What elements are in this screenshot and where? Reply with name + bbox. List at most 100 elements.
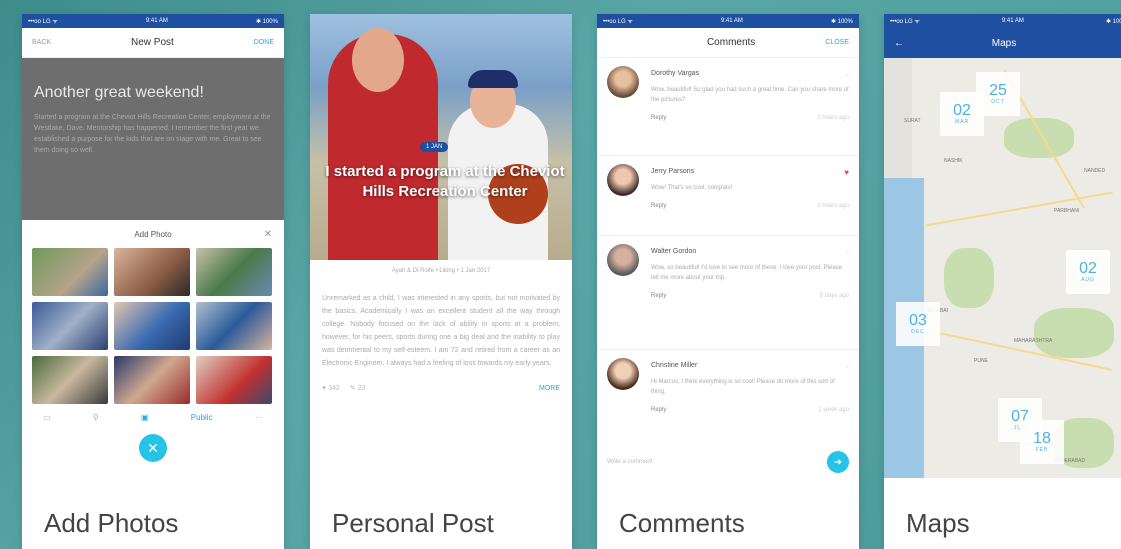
avatar[interactable] xyxy=(607,358,639,390)
photo-thumb[interactable] xyxy=(114,356,190,404)
photo-grid xyxy=(22,248,284,404)
comment-text: Hi Marcus, I think everything is so cool… xyxy=(651,379,835,395)
comment-time: 3 hours ago xyxy=(817,203,849,209)
photo-thumb[interactable] xyxy=(196,302,272,350)
nav-bar: Comments CLOSE xyxy=(597,28,859,58)
marker-day: 18 xyxy=(1033,430,1051,447)
comment-author[interactable]: Jerry Parsons xyxy=(651,168,849,175)
close-icon[interactable]: ✕ xyxy=(264,229,272,240)
page-title: New Post xyxy=(131,37,174,48)
map-forest xyxy=(1004,118,1074,158)
map-date-marker[interactable]: 18 FEB xyxy=(1020,420,1064,464)
location-icon[interactable]: ⚲ xyxy=(93,413,99,422)
comment-text: Wow, beautiful! So glad you had such a g… xyxy=(651,87,849,103)
avatar[interactable] xyxy=(607,66,639,98)
marker-month: AUG xyxy=(1081,277,1095,283)
reply-button[interactable]: Reply xyxy=(651,293,666,299)
map-place-label: NASHIK xyxy=(944,158,963,164)
carrier-label: •••oo LG ᯤ xyxy=(603,19,633,25)
map-place-label: PARBHANI xyxy=(1054,208,1080,214)
more-icon[interactable]: ··· xyxy=(255,413,263,422)
comment-options-icon[interactable]: ◦ xyxy=(846,70,849,79)
reply-button[interactable]: Reply xyxy=(651,407,666,413)
photo-thumb[interactable] xyxy=(114,248,190,296)
visibility-selector[interactable]: Public xyxy=(191,413,213,422)
battery-label: ✱ 100% xyxy=(830,18,853,25)
photo-thumb[interactable] xyxy=(32,302,108,350)
comment-item: Jerry Parsons Wow! That's so cool, congr… xyxy=(597,156,859,236)
photo-thumb[interactable] xyxy=(32,248,108,296)
post-hero-image: 1 JAN I started a program at the Cheviot… xyxy=(310,14,572,260)
like-button[interactable]: ♥ 342 xyxy=(322,385,340,392)
add-photo-sheet: Add Photo ✕ ▭ ⚲ ▣ Public ··· ✕ xyxy=(22,220,284,492)
post-meta: Ayah & Di Rolfe • Liking • 1 Jan 2017 xyxy=(391,268,491,274)
avatar[interactable] xyxy=(607,164,639,196)
back-button[interactable]: BACK xyxy=(32,39,51,46)
comment-item: Walter Gordon Wow, so beautiful! I'd lov… xyxy=(597,236,859,350)
draft-body: Started a program at the Cheviot Hills R… xyxy=(34,114,271,154)
photo-head-left xyxy=(352,28,404,92)
comment-time: 2 hours ago xyxy=(817,115,849,121)
comment-author[interactable]: Dorothy Vargas xyxy=(651,70,849,77)
comment-options-icon[interactable]: ◦ xyxy=(846,248,849,257)
time-label: 9:41 AM xyxy=(145,18,168,24)
battery-label: ✱ 100% xyxy=(1105,18,1121,25)
photo-icon[interactable]: ▣ xyxy=(141,413,149,422)
screen-add-photos: •••oo LG ᯤ 9:41 AM ✱ 100% BACK New Post … xyxy=(22,14,284,549)
draft-title: Another great weekend! xyxy=(34,84,204,101)
reply-button[interactable]: Reply xyxy=(651,203,666,209)
carrier-label: •••oo LG ᯤ xyxy=(28,19,58,25)
post-body: Unremarked as a child, I was interested … xyxy=(322,295,560,367)
map-date-marker[interactable]: 02 AUG xyxy=(1066,250,1110,294)
done-button[interactable]: DONE xyxy=(254,39,274,46)
map-date-marker[interactable]: 25 OCT xyxy=(976,72,1020,116)
more-link[interactable]: MORE xyxy=(539,385,560,392)
send-icon[interactable]: ➜ xyxy=(827,451,849,473)
map-place-label: PUNE xyxy=(974,358,988,364)
comment-item: Dorothy Vargas Wow, beautiful! So glad y… xyxy=(597,58,859,156)
screen-comments: •••oo LG ᯤ 9:41 AM ✱ 100% Comments CLOSE… xyxy=(597,14,859,549)
map-place-label: NANDED xyxy=(1084,168,1106,174)
comment-author[interactable]: Walter Gordon xyxy=(651,248,849,255)
time-label: 9:41 AM xyxy=(1001,18,1024,24)
screen-caption: Comments xyxy=(597,492,859,549)
page-title: Maps xyxy=(991,37,1017,49)
marker-month: MAR xyxy=(954,119,970,125)
reply-button[interactable]: Reply xyxy=(651,115,666,121)
photo-thumb[interactable] xyxy=(32,356,108,404)
comment-options-icon[interactable]: ◦ xyxy=(846,362,849,371)
status-bar: •••oo LG ᯤ 9:41 AM ✱ 100% xyxy=(597,14,859,28)
comment-time: 5 days ago xyxy=(819,293,849,299)
marker-day: 03 xyxy=(909,312,927,329)
screen-maps: •••oo LG ᯤ 9:41 AM ✱ 100% ← Maps MUMBAI … xyxy=(884,14,1121,549)
photo-thumb[interactable] xyxy=(114,302,190,350)
comment-author[interactable]: Christine Miller xyxy=(651,362,849,369)
map-forest xyxy=(1034,308,1114,358)
photo-cap xyxy=(468,70,518,88)
comment-button[interactable]: ✎ 23 xyxy=(350,384,366,392)
back-arrow-icon[interactable]: ← xyxy=(894,38,904,49)
screen-personal-post: 1 JAN I started a program at the Cheviot… xyxy=(310,14,572,549)
calendar-icon[interactable]: ▭ xyxy=(43,413,51,422)
photo-thumb[interactable] xyxy=(196,356,272,404)
screen-caption: Add Photos xyxy=(22,492,284,549)
draft-preview: Another great weekend! Started a program… xyxy=(22,58,284,220)
marker-day: 25 xyxy=(989,82,1007,99)
map-road xyxy=(925,191,1113,227)
time-label: 9:41 AM xyxy=(720,18,743,24)
nav-bar: ← Maps xyxy=(884,28,1121,58)
post-quote: I started a program at the Cheviot Hills… xyxy=(325,163,565,200)
post-stats: ♥ 342 ✎ 23 MORE xyxy=(310,380,572,396)
close-button[interactable]: CLOSE xyxy=(825,39,849,46)
comment-composer: Write a comment ➜ xyxy=(597,449,859,475)
carrier-label: •••oo LG ᯤ xyxy=(890,19,920,25)
comment-input[interactable]: Write a comment xyxy=(607,459,652,465)
heart-icon[interactable]: ♥ xyxy=(844,168,849,177)
avatar[interactable] xyxy=(607,244,639,276)
close-fab-button[interactable]: ✕ xyxy=(139,434,167,462)
map-view[interactable]: MUMBAI PUNE PARBHANI NANDED HYDERABAD MA… xyxy=(884,58,1121,478)
screen-caption: Personal Post xyxy=(310,492,572,549)
status-bar: •••oo LG ᯤ 9:41 AM ✱ 100% xyxy=(22,14,284,28)
map-date-marker[interactable]: 03 DEC xyxy=(896,302,940,346)
photo-thumb[interactable] xyxy=(196,248,272,296)
